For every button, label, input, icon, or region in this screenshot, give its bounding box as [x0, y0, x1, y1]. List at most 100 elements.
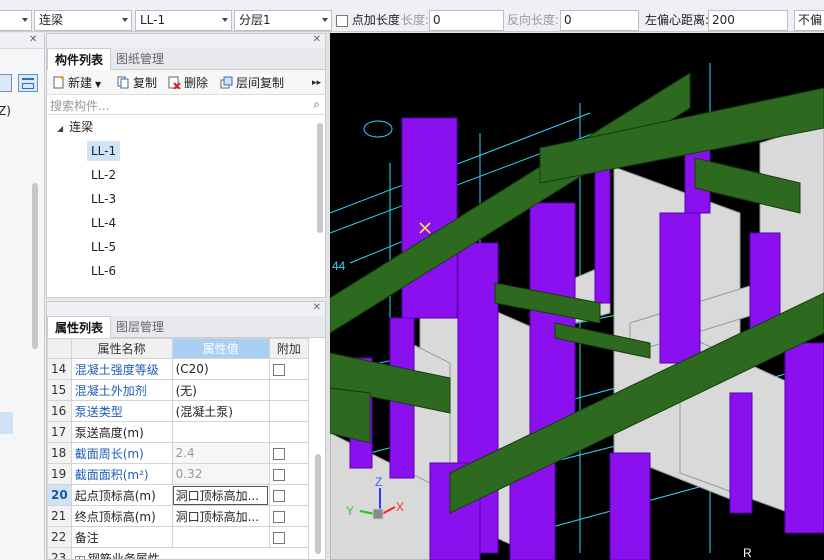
property-value[interactable] [171, 421, 270, 443]
panel-titlebar: ✕ [47, 302, 325, 316]
reverse-length-input[interactable]: 0 [560, 10, 639, 31]
property-value[interactable]: (混凝土泵) [171, 400, 270, 422]
new-icon [53, 76, 65, 89]
property-name: 备注 [70, 526, 173, 548]
row-number: 15 [47, 379, 72, 401]
component-select[interactable]: LL-1 [135, 10, 232, 31]
property-name: 截面面积(m²) [70, 463, 173, 485]
header-value: 属性值 [171, 338, 270, 359]
layer-select[interactable]: 分层1 [234, 10, 332, 31]
property-value[interactable]: 洞口顶标高加... [171, 484, 270, 506]
table-row[interactable]: 17 泵送高度(m) [47, 421, 310, 443]
chevron-down-icon: ▼ [95, 80, 102, 89]
close-icon[interactable]: ✕ [29, 34, 37, 45]
property-group[interactable]: +钢筋业务属性 [70, 547, 310, 560]
search-icon[interactable]: ⌕ [313, 97, 320, 112]
component-search-input[interactable]: 搜索构件... ⌕ [47, 95, 325, 115]
table-row[interactable]: 20 起点顶标高(m) 洞口顶标高加... [47, 484, 310, 506]
checkbox[interactable] [272, 510, 285, 523]
scrollbar[interactable] [315, 454, 321, 554]
extra-cell [268, 400, 310, 422]
tab-component-list[interactable]: 构件列表 [47, 48, 112, 70]
reverse-length-label: 反向长度: [507, 13, 560, 27]
tree-item[interactable]: LL-1 [87, 141, 121, 161]
property-group-label: 钢筋业务属性 [87, 551, 160, 560]
header-name: 属性名称 [70, 338, 173, 359]
header-extra: 附加 [268, 338, 310, 359]
close-icon[interactable]: ✕ [313, 34, 321, 45]
tree-item[interactable]: LL-5 [91, 237, 116, 257]
property-value[interactable]: (C20) [171, 358, 270, 380]
selected-nav-item[interactable] [0, 412, 13, 434]
checkbox-box[interactable] [336, 14, 348, 27]
row-number: 23 [47, 547, 72, 559]
property-name: 终点顶标高(m) [70, 505, 173, 527]
extra-checkbox-cell [268, 505, 310, 527]
grid-view-icon[interactable] [18, 74, 38, 92]
property-value[interactable]: (无) [171, 379, 270, 401]
new-button[interactable]: 新建 ▼ [52, 74, 101, 92]
tree-item[interactable]: LL-4 [91, 213, 116, 233]
search-placeholder: 搜索构件... [50, 99, 110, 113]
grid-axis-letter: R [743, 546, 752, 560]
table-row[interactable]: 16 泵送类型 (混凝土泵) [47, 400, 310, 422]
extra-checkbox-cell [268, 358, 310, 380]
header-num [47, 338, 72, 359]
axis-marker [363, 120, 393, 138]
more-icon[interactable]: ▸▸ [312, 74, 321, 92]
scrollbar[interactable] [32, 183, 38, 349]
table-row[interactable]: 19 截面面积(m²) 0.32 [47, 463, 310, 485]
3d-viewport[interactable]: Z Y X 44 R [330, 33, 824, 560]
point-length-label: 点加长度 [351, 13, 400, 27]
left-offset-input[interactable]: 200 [708, 10, 788, 31]
tab-drawing-management[interactable]: 图纸管理 [109, 48, 171, 70]
table-row[interactable]: 15 混凝土外加剂 (无) [47, 379, 310, 401]
property-name: 截面周长(m) [70, 442, 173, 464]
property-name: 泵送高度(m) [70, 421, 173, 443]
interlayer-copy-label: 层间复制 [236, 76, 285, 90]
type-select-value: 连梁 [39, 13, 64, 27]
axis-y-label: Y [346, 504, 354, 518]
copy-button-label: 复制 [133, 76, 158, 90]
table-row[interactable]: 22 备注 [47, 526, 310, 548]
expand-plus-icon[interactable]: + [74, 555, 85, 559]
right-offset-select[interactable]: 不偏 [794, 10, 824, 31]
tab-layer-management[interactable]: 图层管理 [109, 316, 171, 338]
tree-root[interactable]: ◢ 连梁 [57, 117, 93, 137]
interlayer-copy-button[interactable]: 层间复制 [220, 74, 284, 92]
length-input[interactable]: 0 [429, 10, 504, 31]
table-row[interactable]: 21 终点顶标高(m) 洞口顶标高加... [47, 505, 310, 527]
floor-select[interactable] [0, 10, 32, 31]
property-name: 混凝土强度等级 [70, 358, 173, 380]
tab-property-list[interactable]: 属性列表 [47, 316, 112, 338]
3d-model-view[interactable]: Z Y X 44 R [330, 33, 824, 560]
table-row[interactable]: 18 截面周长(m) 2.4 [47, 442, 310, 464]
extra-checkbox-cell [268, 442, 310, 464]
tree-item[interactable]: LL-6 [91, 261, 116, 281]
property-value[interactable]: 洞口顶标高加... [171, 505, 270, 527]
close-icon[interactable]: ✕ [313, 302, 321, 313]
tree-item[interactable]: LL-2 [91, 165, 116, 185]
checkbox[interactable] [272, 531, 285, 544]
delete-button[interactable]: 删除 [168, 74, 208, 92]
row-number: 16 [47, 400, 72, 422]
table-row[interactable]: 14 混凝土强度等级 (C20) [47, 358, 310, 380]
table-header-row: 属性名称 属性值 附加 [47, 338, 310, 359]
property-table: 属性名称 属性值 附加 14 混凝土强度等级 (C20) 15 混凝土外加剂 (… [47, 338, 310, 560]
component-select-value: LL-1 [140, 13, 166, 27]
checkbox[interactable] [272, 363, 285, 376]
property-value[interactable] [171, 526, 270, 548]
copy-button[interactable]: 复制 [117, 74, 157, 92]
property-name: 起点顶标高(m) [70, 484, 173, 506]
checkbox[interactable] [272, 447, 285, 460]
tree-item[interactable]: LL-3 [91, 189, 116, 209]
list-view-icon[interactable] [0, 74, 12, 92]
extra-cell [268, 421, 310, 443]
scrollbar[interactable] [317, 123, 323, 233]
checkbox[interactable] [272, 489, 285, 502]
table-row[interactable]: 23 +钢筋业务属性 [47, 547, 310, 560]
type-select[interactable]: 连梁 [34, 10, 132, 31]
point-length-checkbox[interactable]: 点加长度 [336, 10, 400, 31]
checkbox[interactable] [272, 468, 285, 481]
expand-arrow-icon[interactable]: ◢ [57, 124, 63, 133]
